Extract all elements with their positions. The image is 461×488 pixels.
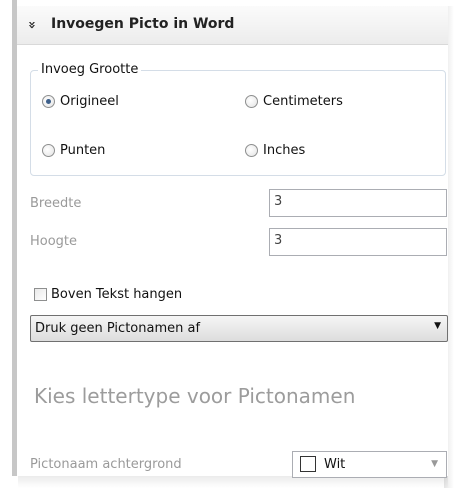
radio-punten[interactable]: Punten	[42, 143, 105, 158]
radio-checked-icon[interactable]	[42, 95, 55, 108]
hang-above-text-checkbox[interactable]: Boven Tekst hangen	[34, 287, 182, 302]
radio-origineel[interactable]: Origineel	[42, 94, 119, 109]
size-group-legend: Invoeg Grootte	[38, 62, 142, 77]
checkbox-unchecked-icon[interactable]	[34, 288, 47, 301]
radio-unchecked-icon[interactable]	[42, 144, 55, 157]
radio-punten-label: Punten	[60, 143, 106, 158]
width-label: Breedte	[30, 196, 82, 211]
size-groupbox	[30, 70, 446, 176]
height-label: Hoogte	[30, 234, 78, 249]
name-background-value: Wit	[324, 457, 346, 472]
section-title: Invoegen Picto in Word	[51, 16, 235, 32]
picto-names-dropdown-value: Druk geen Pictonamen af	[35, 321, 201, 336]
chevrons-down-icon[interactable]: »	[24, 21, 39, 29]
color-swatch	[300, 456, 316, 472]
name-background-select[interactable]: Wit ▼	[292, 451, 447, 478]
radio-inches[interactable]: Inches	[245, 143, 305, 158]
picto-names-dropdown[interactable]: Druk geen Pictonamen af ▼	[30, 315, 448, 342]
radio-unchecked-icon[interactable]	[245, 144, 258, 157]
height-input[interactable]: 3	[269, 228, 447, 256]
triangle-down-icon[interactable]: ▼	[434, 321, 441, 331]
name-background-label: Pictonaam achtergrond	[30, 457, 182, 472]
width-input[interactable]: 3	[269, 189, 447, 217]
radio-inches-label: Inches	[263, 143, 306, 158]
radio-unchecked-icon[interactable]	[245, 95, 258, 108]
radio-origineel-label: Origineel	[60, 94, 119, 109]
section-header[interactable]: » Invoegen Picto in Word	[17, 6, 448, 45]
radio-centimeters[interactable]: Centimeters	[245, 94, 343, 109]
hang-above-text-label: Boven Tekst hangen	[51, 287, 183, 302]
radio-centimeters-label: Centimeters	[263, 94, 343, 109]
choose-font-link[interactable]: Kies lettertype voor Pictonamen	[34, 384, 355, 408]
triangle-down-icon[interactable]: ▼	[431, 459, 438, 469]
